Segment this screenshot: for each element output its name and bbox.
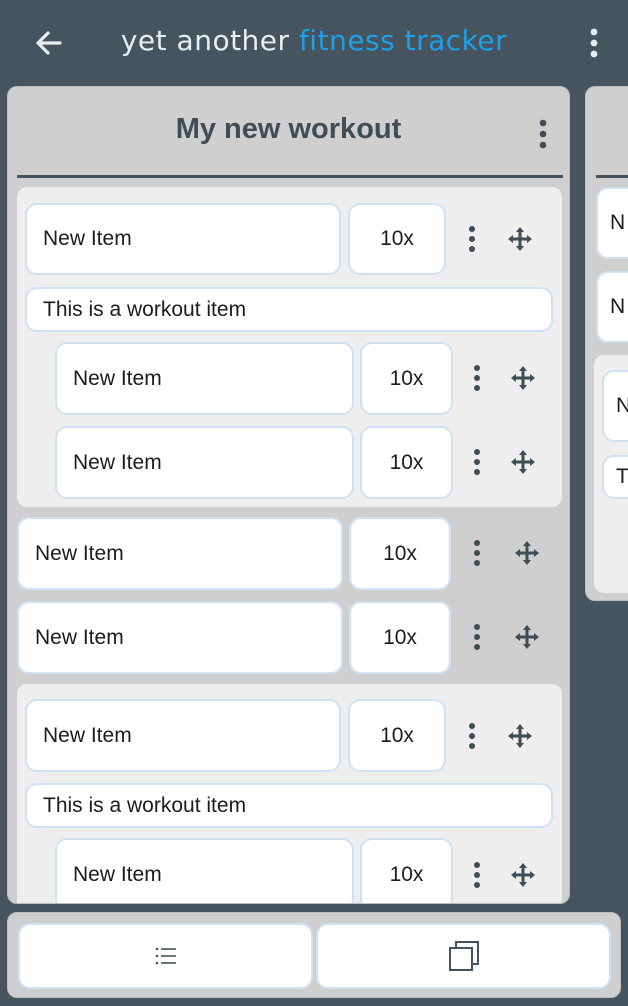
workout-menu-button[interactable] xyxy=(530,117,556,151)
move-icon xyxy=(511,366,535,390)
more-vertical-icon xyxy=(539,119,547,149)
item-menu-button[interactable] xyxy=(463,539,491,567)
workout-card: My new workout New Item 10x This is a wo… xyxy=(7,86,570,904)
item-menu-button[interactable] xyxy=(463,448,491,476)
drag-handle[interactable] xyxy=(513,539,541,567)
more-vertical-icon xyxy=(474,365,480,391)
item-name-field[interactable]: N xyxy=(596,271,628,343)
move-icon xyxy=(515,625,539,649)
item-description-field[interactable]: T xyxy=(602,455,628,499)
item-reps-field[interactable]: 10x xyxy=(360,426,453,499)
item-name-field[interactable]: New Item xyxy=(17,517,343,590)
more-vertical-icon xyxy=(469,226,475,252)
item-name-field[interactable]: N xyxy=(596,187,628,259)
move-icon xyxy=(511,450,535,474)
item-menu-button[interactable] xyxy=(458,225,486,253)
item-menu-button[interactable] xyxy=(463,364,491,392)
app-title-part1: yet another xyxy=(120,24,290,57)
move-icon xyxy=(511,863,535,887)
more-vertical-icon xyxy=(469,723,475,749)
item-name-field[interactable]: New Item xyxy=(55,426,354,499)
bottom-toolbar xyxy=(7,912,621,998)
copy-icon xyxy=(448,941,479,971)
drag-handle[interactable] xyxy=(513,623,541,651)
item-name-field[interactable]: New Item xyxy=(17,601,343,674)
item-reps-field[interactable]: 10x xyxy=(349,601,451,674)
list-icon xyxy=(155,947,176,965)
app-bar: yet another fitness tracker xyxy=(0,0,628,86)
move-icon xyxy=(508,227,532,251)
more-vertical-icon xyxy=(590,28,598,58)
item-menu-button[interactable] xyxy=(463,861,491,889)
item-menu-button[interactable] xyxy=(458,722,486,750)
item-description-field[interactable]: This is a workout item xyxy=(25,783,553,828)
item-menu-button[interactable] xyxy=(463,623,491,651)
item-description-field[interactable]: This is a workout item xyxy=(25,287,553,332)
item-name-field[interactable]: New Item xyxy=(25,699,341,772)
app-title-part2: fitness tracker xyxy=(298,24,508,57)
drag-handle[interactable] xyxy=(506,225,534,253)
app-title: yet another fitness tracker xyxy=(0,24,628,57)
list-view-button[interactable] xyxy=(18,923,313,989)
item-name-field[interactable]: New Item xyxy=(55,838,354,903)
item-name-field[interactable]: New Item xyxy=(55,342,354,415)
title-divider xyxy=(596,175,628,178)
item-name-field[interactable]: New Item xyxy=(25,203,341,275)
item-reps-field[interactable]: 10x xyxy=(360,838,453,903)
more-vertical-icon xyxy=(474,862,480,888)
move-icon xyxy=(515,541,539,565)
app-menu-button[interactable] xyxy=(580,24,608,62)
item-reps-field[interactable]: 10x xyxy=(348,203,446,275)
title-divider xyxy=(17,175,563,178)
item-reps-field[interactable]: 10x xyxy=(348,699,446,772)
move-icon xyxy=(508,724,532,748)
more-vertical-icon xyxy=(474,624,480,650)
drag-handle[interactable] xyxy=(506,722,534,750)
workout-title[interactable]: My new workout xyxy=(8,113,569,146)
drag-handle[interactable] xyxy=(509,861,537,889)
item-name-field[interactable]: N xyxy=(602,370,628,442)
item-reps-field[interactable]: 10x xyxy=(349,517,451,590)
drag-handle[interactable] xyxy=(509,448,537,476)
next-workout-card[interactable]: N N N T xyxy=(585,86,628,601)
duplicate-button[interactable] xyxy=(316,923,611,989)
more-vertical-icon xyxy=(474,449,480,475)
more-vertical-icon xyxy=(474,540,480,566)
drag-handle[interactable] xyxy=(509,364,537,392)
item-reps-field[interactable]: 10x xyxy=(360,342,453,415)
